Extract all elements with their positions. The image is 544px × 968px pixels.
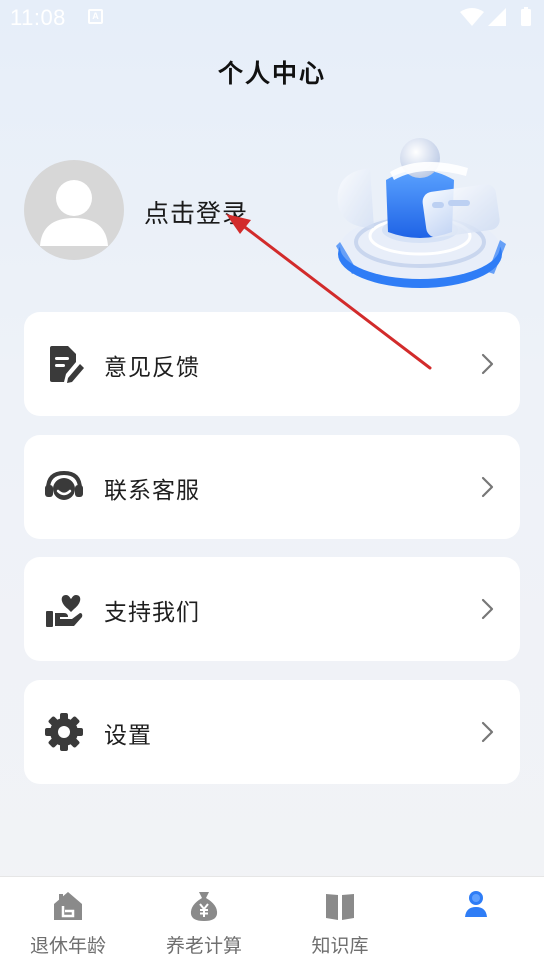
chevron-right-icon: [481, 476, 494, 498]
tab-knowledge-base[interactable]: 知识库: [272, 877, 408, 968]
menu-item-support-us[interactable]: 支持我们: [24, 557, 520, 661]
wifi-icon: [460, 8, 484, 26]
money-bag-icon: [190, 892, 218, 921]
person-icon: [465, 891, 487, 917]
menu-item-label: 支持我们: [104, 600, 200, 626]
status-bar: 11:08 A: [0, 0, 544, 38]
feedback-document-icon: [50, 346, 84, 383]
tab-pension-calculator[interactable]: 养老计算: [136, 877, 272, 968]
tab-retirement-age[interactable]: 退休年龄: [0, 877, 136, 968]
menu-item-settings[interactable]: 设置: [24, 680, 520, 784]
page-title: 个人中心: [217, 59, 326, 88]
menu-item-label: 意见反馈: [104, 355, 200, 381]
status-time: 11:08: [10, 5, 66, 30]
tab-label: 退休年龄: [29, 935, 106, 957]
chevron-right-icon: [481, 721, 494, 743]
menu-item-customer-service[interactable]: 联系客服: [24, 435, 520, 539]
notification-badge-icon: A: [88, 9, 103, 24]
menu-item-label: 联系客服: [104, 478, 200, 504]
signal-icon: [488, 8, 506, 26]
avatar[interactable]: [24, 160, 124, 260]
headset-icon: [45, 470, 83, 500]
battery-icon: [521, 9, 531, 26]
chevron-right-icon: [481, 598, 494, 620]
gear-icon: [45, 713, 83, 751]
menu-item-feedback[interactable]: 意见反馈: [24, 312, 520, 416]
heart-in-hand-icon: [46, 595, 83, 627]
open-book-icon: [326, 894, 354, 920]
menu-item-label: 设置: [104, 723, 152, 749]
status-indicators: [460, 7, 531, 26]
tab-profile[interactable]: [408, 877, 544, 968]
profile-illustration-icon: [336, 138, 506, 288]
tab-label: 知识库: [311, 935, 369, 957]
chevron-right-icon: [481, 353, 494, 375]
house-icon: [54, 892, 82, 920]
login-prompt[interactable]: 点击登录: [144, 194, 248, 230]
bottom-tab-bar: 退休年龄 养老计算 知识库: [0, 876, 544, 968]
tab-label: 养老计算: [165, 935, 242, 957]
avatar-placeholder-icon: [40, 180, 108, 246]
